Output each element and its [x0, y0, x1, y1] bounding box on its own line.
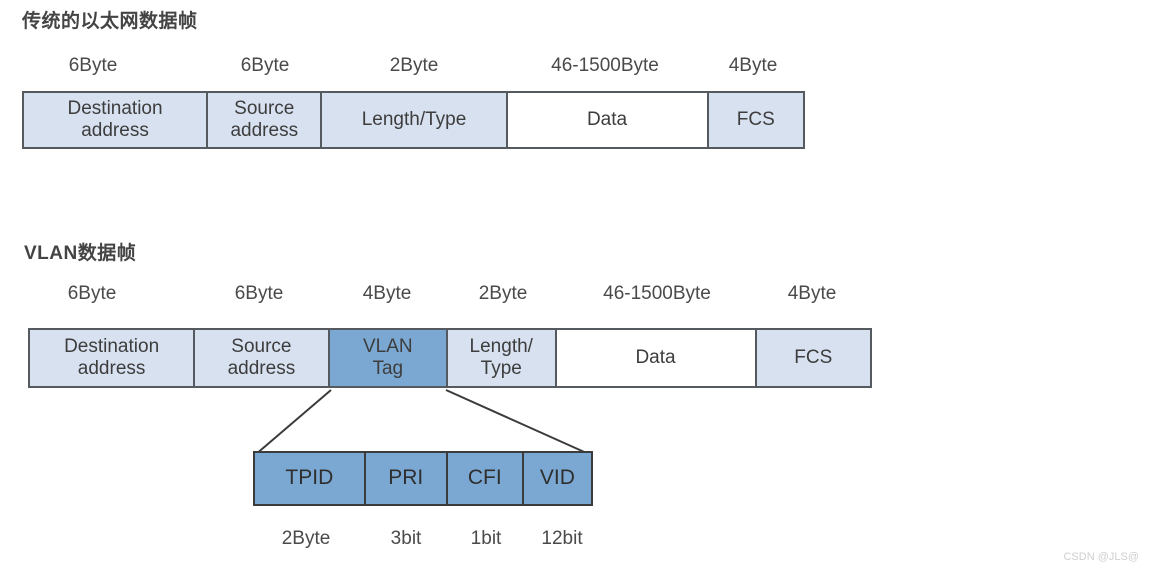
vlan-tag-size-label-vid: 12bit [541, 528, 583, 549]
vlan-size-label-source: 6Byte [234, 283, 284, 304]
vlan-field-length-type: Length/ Type [448, 330, 557, 386]
vlan-tag-size-label-cfi: 1bit [470, 528, 502, 549]
vlan-ethernet-frame: Destination address Source address VLAN … [28, 328, 872, 388]
vlan-field-data: Data [556, 330, 757, 386]
vlan-size-label-fcs: 4Byte [787, 283, 837, 304]
vlan-size-label-vlan-tag: 4Byte [362, 283, 412, 304]
classic-size-label-source: 6Byte [240, 55, 290, 76]
classic-size-label-length-type: 2Byte [389, 55, 439, 76]
csdn-watermark: CSDN @JLS@ [1063, 551, 1139, 563]
classic-field-length-type: Length/Type [322, 93, 508, 147]
classic-size-label-destination: 6Byte [68, 55, 118, 76]
classic-field-data: Data [507, 93, 709, 147]
vlan-tag-field-pri: PRI [365, 453, 448, 504]
vlan-tag-field-cfi: CFI [447, 453, 524, 504]
vlan-tag-field-tpid: TPID [255, 453, 366, 504]
classic-field-source-address: Source address [208, 93, 323, 147]
vlan-tag-detail-box: TPID PRI CFI VID [253, 451, 593, 506]
vlan-frame-title: VLAN数据帧 [24, 243, 137, 264]
vlan-size-label-data: 46-1500Byte [603, 283, 711, 304]
vlan-size-label-length-type: 2Byte [478, 283, 528, 304]
vlan-field-fcs: FCS [756, 330, 870, 386]
vlan-tag-field-vid: VID [523, 453, 592, 504]
classic-ethernet-frame: Destination address Source address Lengt… [22, 91, 805, 149]
vlan-field-source-address: Source address [195, 330, 330, 386]
classic-frame-title: 传统的以太网数据帧 [22, 11, 198, 32]
vlan-field-vlan-tag: VLAN Tag [329, 330, 449, 386]
vlan-tag-size-label-pri: 3bit [390, 528, 422, 549]
classic-size-label-data: 46-1500Byte [551, 55, 659, 76]
vlan-tag-size-label-tpid: 2Byte [281, 528, 331, 549]
classic-size-label-fcs: 4Byte [728, 55, 778, 76]
vlan-field-destination-address: Destination address [30, 330, 196, 386]
vlan-size-label-destination: 6Byte [67, 283, 117, 304]
classic-field-fcs: FCS [708, 93, 804, 147]
classic-field-destination-address: Destination address [24, 93, 209, 147]
